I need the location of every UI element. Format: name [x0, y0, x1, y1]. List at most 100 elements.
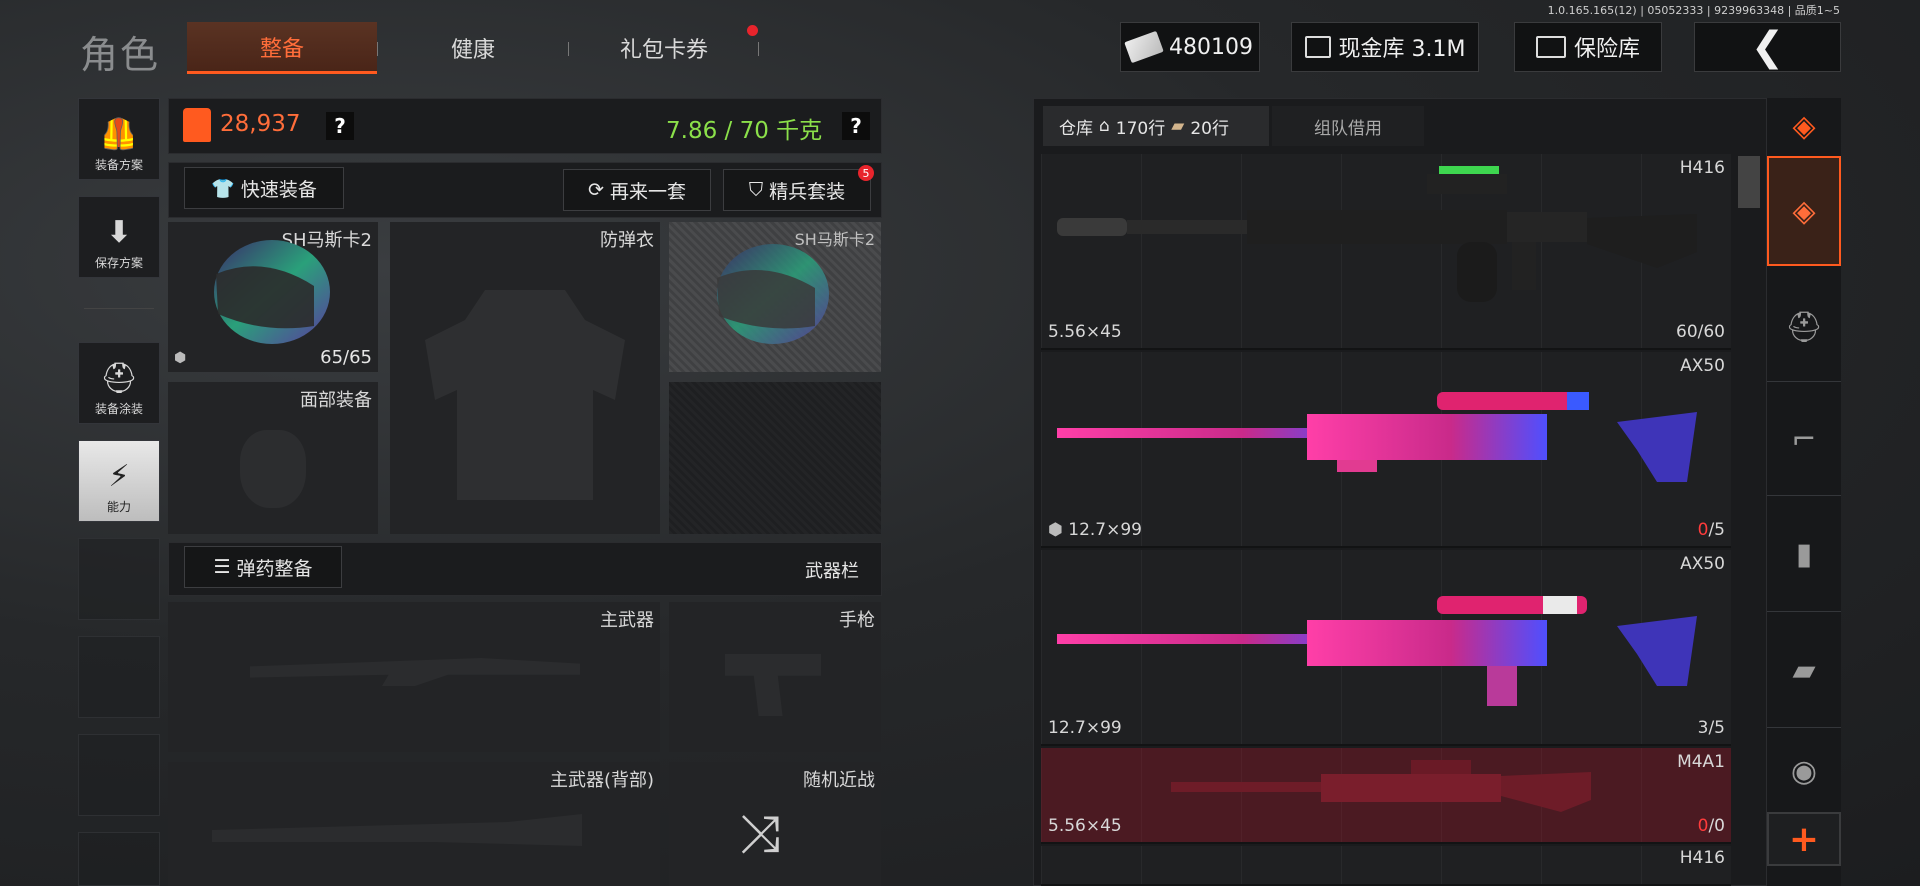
cash-vault-label: 现金库 3.1M	[1338, 37, 1466, 62]
primary-back-slot[interactable]: 主武器(背部)	[168, 762, 660, 886]
primary-back-label: 主武器(背部)	[549, 770, 654, 791]
layers-icon[interactable]: ◈	[1767, 156, 1841, 266]
elite-set-button[interactable]: ⛉ 精兵套装	[723, 169, 871, 211]
armor-slot[interactable]: 防弹衣	[390, 222, 660, 534]
tab-gifts[interactable]: 礼包卡券	[569, 22, 759, 74]
list-item[interactable]: M4A1 5.56×45 0/0	[1041, 748, 1731, 844]
sidebar-skins[interactable]: ⛑ 装备涂装	[78, 342, 160, 424]
helmet-image	[717, 244, 829, 344]
tab-team-borrow[interactable]: 组队借用	[1272, 106, 1424, 146]
shuffle-icon: ⤨	[739, 804, 781, 864]
insurance-label: 保险库	[1573, 37, 1640, 62]
face-slot[interactable]: 面部装备	[168, 382, 378, 534]
helmet-durability: 65/65	[320, 347, 372, 368]
sniper-ax50-image	[1057, 596, 1697, 706]
insurance-button[interactable]: 保险库	[1514, 22, 1662, 72]
ammo-rows: 20行	[1190, 118, 1229, 139]
item-count: 3/5	[1697, 718, 1725, 738]
item-caliber: 5.56×45	[1048, 322, 1122, 342]
sidebar-abilities[interactable]: ⚡ 能力	[78, 440, 160, 522]
currency-amount: 480109	[1169, 34, 1253, 60]
refresh-icon: ⟳	[588, 179, 604, 201]
sidebar-label: 保存方案	[94, 256, 143, 270]
item-name: M4A1	[1677, 752, 1725, 772]
pistol-silhouette-icon	[725, 654, 821, 716]
empty-slot	[669, 382, 881, 534]
lightning-hex-icon: ⚡	[108, 459, 130, 494]
scope-icon[interactable]: ◉	[1767, 730, 1841, 812]
rifle-icon[interactable]: ⌐	[1767, 384, 1841, 496]
weight-help-button[interactable]: ?	[842, 112, 870, 140]
helmet-slot-secondary[interactable]: SH马斯卡2	[669, 222, 881, 372]
vault-icon	[1304, 36, 1331, 58]
rifle-silhouette-icon	[250, 658, 580, 686]
sidebar-label: 装备涂装	[94, 402, 143, 416]
rifle-silhouette-icon	[212, 814, 582, 846]
helmet-slot[interactable]: SH马斯卡2 ⬢ 65/65	[168, 222, 378, 372]
vest-icon: 🦺	[100, 117, 138, 152]
primary-weapon-slot[interactable]: 主武器	[168, 602, 660, 752]
melee-label: 随机近战	[803, 770, 875, 791]
page-title: 角色	[80, 33, 161, 77]
item-count: 0/0	[1697, 816, 1725, 836]
soldier-helmet-icon: ⛑	[99, 361, 139, 396]
list-item[interactable]: AX50 12.7×99 3/5	[1041, 550, 1731, 746]
tab-health[interactable]: 健康	[378, 22, 568, 74]
sidebar-save-plan[interactable]: ⬇ 保存方案	[78, 196, 160, 278]
rifle-m4a1-image	[1171, 760, 1591, 812]
melee-slot[interactable]: 随机近战 ⤨	[669, 762, 881, 886]
layers-refresh-icon[interactable]: ◈	[1767, 98, 1841, 154]
box-icon: ⬢	[174, 350, 187, 366]
tab-label: 礼包卡券	[619, 38, 708, 63]
list-item[interactable]: AX50 ⬢ 12.7×99 0/5	[1041, 352, 1731, 548]
sidebar-loadout-plan[interactable]: 🦺 装备方案	[78, 98, 160, 180]
sidebar-label: 装备方案	[94, 158, 143, 172]
list-item[interactable]: H416	[1041, 846, 1731, 886]
tab-loadout[interactable]: 整备	[187, 22, 377, 74]
rifle-h416-image	[1057, 166, 1697, 302]
quick-equip-label: 快速装备	[240, 178, 317, 201]
item-caliber: 12.7×99	[1048, 718, 1122, 738]
cash-vault-button[interactable]: 现金库 3.1M	[1291, 22, 1479, 72]
storage-rows: 170行	[1115, 118, 1166, 139]
quick-equip-button[interactable]: 👕 快速装备	[184, 167, 344, 209]
sniper-ax50-image	[1057, 392, 1697, 482]
armor-silhouette-icon	[425, 290, 625, 500]
add-button[interactable]: +	[1767, 812, 1841, 866]
shirt-icon: 👕	[211, 177, 235, 200]
scrollbar-thumb[interactable]	[1738, 156, 1760, 208]
back-arrow-icon: ❮	[1750, 24, 1785, 70]
item-name: AX50	[1680, 356, 1725, 376]
again-button[interactable]: ⟳ 再来一套	[563, 169, 711, 211]
pistol-label: 手枪	[839, 610, 875, 631]
weight-display: 7.86 / 70 千克	[666, 118, 823, 144]
version-text: 1.0.165.165(12) | 05052333 | 9239963348 …	[1547, 4, 1840, 17]
sidebar-empty-slot	[78, 636, 160, 718]
elite-badge: 5	[858, 165, 874, 181]
tab-team-label: 组队借用	[1314, 118, 1382, 139]
ammo-stack-icon: ☰	[213, 556, 231, 578]
list-item[interactable]: H416 5.56×45 60/60	[1041, 154, 1731, 350]
item-caliber: 5.56×45	[1048, 816, 1122, 836]
sidebar-empty-slot	[78, 734, 160, 816]
tab-label: 健康	[450, 38, 495, 63]
ammo-equip-button[interactable]: ☰ 弹药整备	[184, 546, 342, 588]
safe-icon	[1535, 36, 1566, 58]
sidebar-label: 能力	[106, 500, 131, 514]
value-help-button[interactable]: ?	[326, 112, 354, 140]
notification-dot	[747, 25, 758, 36]
back-button[interactable]: ❮	[1694, 22, 1841, 72]
house-icon: ⌂	[1099, 116, 1110, 136]
pistol-slot[interactable]: 手枪	[669, 602, 881, 752]
ammo-icon[interactable]: ▰	[1767, 614, 1841, 728]
magazine-icon[interactable]: ▮	[1767, 498, 1841, 612]
elite-set-label: 精兵套装	[769, 180, 846, 203]
loadout-value: 28,937	[220, 111, 301, 137]
helmet-icon[interactable]: ⛑	[1767, 274, 1841, 382]
weapon-bar-label: 武器栏	[805, 561, 859, 582]
shield-icon: ⛉	[748, 179, 764, 201]
tab-storage[interactable]: 仓库 ⌂ 170行 ▰ 20行	[1043, 106, 1269, 146]
cash-icon	[1124, 30, 1164, 64]
again-label: 再来一套	[609, 180, 686, 203]
item-count: 0/5	[1697, 520, 1725, 540]
